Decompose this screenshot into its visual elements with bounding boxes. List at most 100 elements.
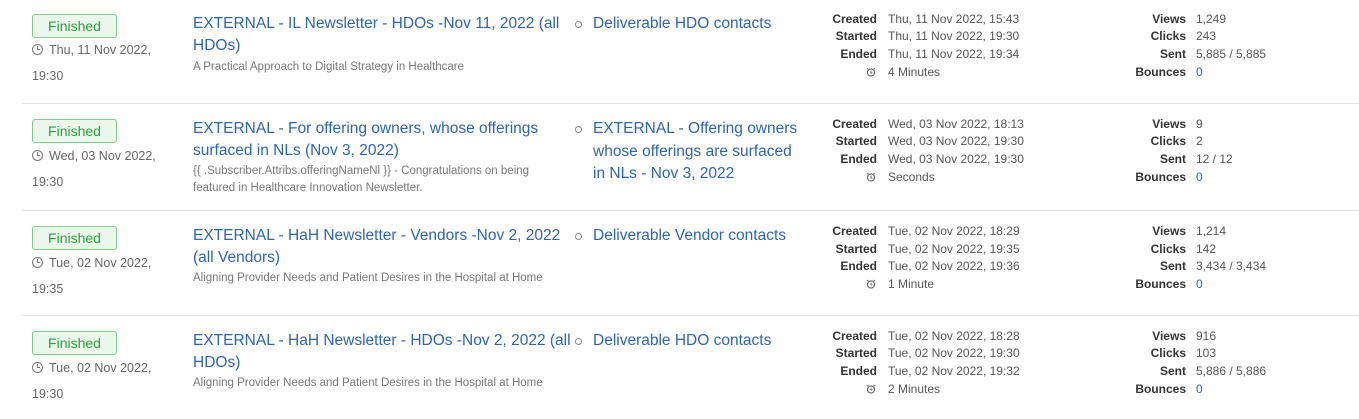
scheduled-time: Tue, 02 Nov 2022, 19:30 [32,355,167,407]
started-value: Tue, 02 Nov 2022, 19:30 [888,346,1020,360]
ended-label: Ended [840,152,877,166]
alarm-clock-icon [866,172,876,182]
created-label: Created [832,329,877,343]
campaign-title-link[interactable]: EXTERNAL - HaH Newsletter - HDOs -Nov 2,… [193,330,573,374]
ended-label: Ended [840,259,877,273]
bounces-link[interactable]: 0 [1196,65,1203,79]
scheduled-date: Thu, 11 Nov 2022, [49,43,151,57]
clock-icon [32,44,43,55]
started-value: Wed, 03 Nov 2022, 19:30 [888,134,1024,148]
scheduled-date: Wed, 03 Nov 2022, [49,149,156,163]
views-value: 9 [1196,117,1203,131]
campaign-subject: Aligning Provider Needs and Patient Desi… [193,377,543,389]
campaign-subject: A Practical Approach to Digital Strategy… [193,61,465,73]
scheduled-date: Tue, 02 Nov 2022, [49,361,152,375]
duration-value: 4 Minutes [888,65,941,79]
scheduled-hour: 19:30 [32,69,64,83]
duration-value: 2 Minutes [888,382,941,396]
campaign-row: Finished Tue, 02 Nov 2022, 19:35 EXTERNA… [22,211,1359,315]
campaign-subject: {{ .Subscriber.Attribs.offeringNameNl }}… [193,165,530,194]
campaign-title-link[interactable]: EXTERNAL - HaH Newsletter - Vendors -Nov… [193,225,573,269]
bounces-label: Bounces [1135,277,1186,291]
created-label: Created [832,224,877,238]
list-bullet-icon [575,126,582,133]
created-value: Wed, 03 Nov 2022, 18:13 [888,117,1024,131]
views-label: Views [1152,329,1186,343]
list-link[interactable]: Deliverable HDO contacts [593,13,808,36]
ended-value: Wed, 03 Nov 2022, 19:30 [888,152,1024,166]
sent-value: 12 / 12 [1196,152,1233,166]
campaign-row: Finished Tue, 02 Nov 2022, 19:30 EXTERNA… [22,316,1359,419]
duration-value: 1 Minute [888,277,935,291]
clock-icon [32,257,43,268]
bounces-link[interactable]: 0 [1196,277,1203,291]
list-bullet-icon [575,21,582,28]
ended-value: Thu, 11 Nov 2022, 19:34 [888,47,1020,61]
created-value: Tue, 02 Nov 2022, 18:29 [888,224,1020,238]
campaign-title-link[interactable]: EXTERNAL - For offering owners, whose of… [193,118,573,162]
started-value: Tue, 02 Nov 2022, 19:35 [888,242,1020,256]
campaign-row: Finished Thu, 11 Nov 2022, 19:30 EXTERNA… [22,0,1359,103]
scheduled-hour: 19:30 [32,175,64,189]
alarm-clock-icon [866,67,876,77]
scheduled-hour: 19:30 [32,387,64,401]
status-badge: Finished [32,119,117,143]
clicks-value: 2 [1196,134,1203,148]
ended-label: Ended [840,47,877,61]
ended-value: Tue, 02 Nov 2022, 19:36 [888,259,1020,273]
alarm-clock-icon [866,279,876,289]
sent-label: Sent [1159,47,1186,61]
scheduled-time: Tue, 02 Nov 2022, 19:35 [32,250,167,302]
views-label: Views [1152,12,1186,26]
list-link[interactable]: EXTERNAL - Offering owners whose offerin… [593,118,808,186]
sent-value: 5,885 / 5,885 [1196,47,1267,61]
campaign-subject: Aligning Provider Needs and Patient Desi… [193,272,543,284]
list-link[interactable]: Deliverable HDO contacts [593,330,808,353]
created-label: Created [832,117,877,131]
created-value: Tue, 02 Nov 2022, 18:28 [888,329,1020,343]
views-label: Views [1152,224,1186,238]
clicks-label: Clicks [1150,242,1186,256]
ended-label: Ended [840,364,877,378]
campaign-row: Finished Wed, 03 Nov 2022, 19:30 EXTERNA… [22,104,1359,210]
scheduled-time: Wed, 03 Nov 2022, 19:30 [32,143,167,195]
bounces-label: Bounces [1135,382,1186,396]
sent-label: Sent [1159,364,1186,378]
created-label: Created [832,12,877,26]
started-label: Started [835,134,877,148]
sent-value: 5,886 / 5,886 [1196,364,1267,378]
duration-value: Seconds [888,170,935,184]
list-link[interactable]: Deliverable Vendor contacts [593,225,808,248]
bounces-link[interactable]: 0 [1196,170,1203,184]
list-bullet-icon [575,338,582,345]
created-value: Thu, 11 Nov 2022, 15:43 [888,12,1020,26]
status-badge: Finished [32,14,117,38]
views-label: Views [1152,117,1186,131]
status-badge: Finished [32,226,117,250]
views-value: 1,249 [1196,12,1227,26]
alarm-clock-icon [866,384,876,394]
clicks-label: Clicks [1150,29,1186,43]
views-value: 916 [1196,329,1217,343]
clock-icon [32,150,43,161]
sent-value: 3,434 / 3,434 [1196,259,1267,273]
status-badge: Finished [32,331,117,355]
bounces-link[interactable]: 0 [1196,382,1203,396]
clicks-value: 243 [1196,29,1217,43]
bounces-label: Bounces [1135,65,1186,79]
bounces-label: Bounces [1135,170,1186,184]
clicks-value: 142 [1196,242,1217,256]
scheduled-date: Tue, 02 Nov 2022, [49,256,152,270]
clicks-value: 103 [1196,346,1217,360]
sent-label: Sent [1159,259,1186,273]
campaign-title-link[interactable]: EXTERNAL - IL Newsletter - HDOs -Nov 11,… [193,13,573,57]
scheduled-hour: 19:35 [32,282,64,296]
started-value: Thu, 11 Nov 2022, 19:30 [888,29,1020,43]
clicks-label: Clicks [1150,346,1186,360]
clicks-label: Clicks [1150,134,1186,148]
ended-value: Tue, 02 Nov 2022, 19:32 [888,364,1020,378]
started-label: Started [835,346,877,360]
scheduled-time: Thu, 11 Nov 2022, 19:30 [32,37,167,89]
started-label: Started [835,29,877,43]
sent-label: Sent [1159,152,1186,166]
